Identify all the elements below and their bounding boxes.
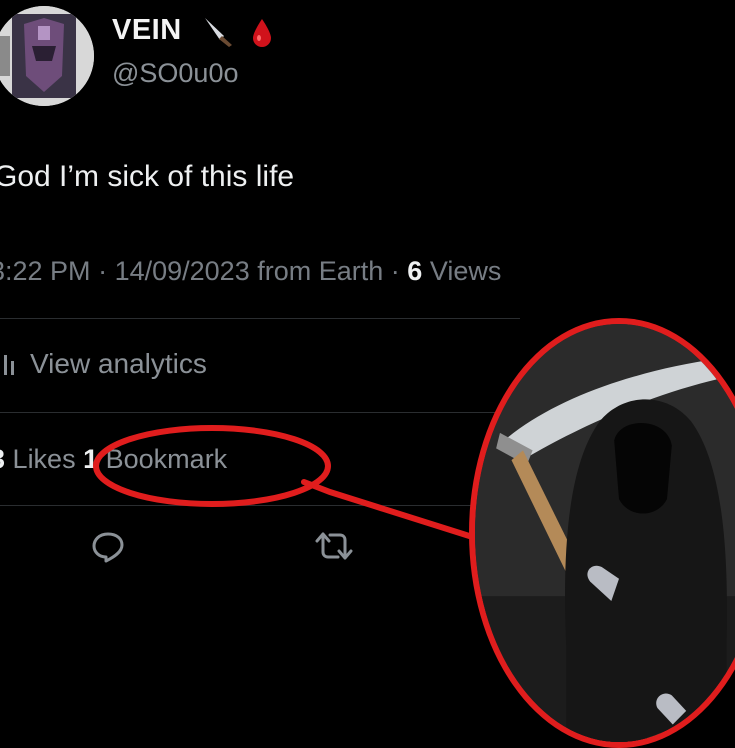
views-count: 6 [407, 256, 423, 286]
knife-icon [202, 14, 236, 48]
tweet-source: from Earth [257, 256, 384, 286]
tweet-stats: 3 Likes 1 Bookmark [0, 444, 227, 475]
bookmarks-count[interactable]: 1 [83, 444, 98, 474]
divider [0, 318, 520, 319]
view-analytics-link[interactable]: View analytics [0, 348, 207, 380]
avatar[interactable] [0, 6, 94, 106]
meta-separator: · [98, 256, 115, 286]
retweet-icon[interactable] [314, 530, 354, 562]
likes-label[interactable]: Likes [13, 444, 76, 474]
reply-icon[interactable] [90, 530, 126, 564]
divider [0, 505, 520, 506]
tweet-time[interactable]: 3:22 PM [0, 256, 91, 286]
blood-drop-icon [251, 18, 273, 48]
user-handle[interactable]: @SO0u0o [112, 58, 238, 89]
tweet-meta: 3:22 PM · 14/09/2023 from Earth · 6 View… [0, 256, 501, 287]
analytics-icon [4, 355, 14, 375]
tweet-text: God I’m sick of this life [0, 160, 295, 193]
divider [0, 412, 520, 413]
avatar-image [0, 6, 94, 106]
analytics-label: View analytics [30, 348, 207, 379]
bookmarks-label[interactable]: Bookmark [106, 444, 228, 474]
display-name[interactable]: VEIN [112, 14, 182, 47]
tweet-date[interactable]: 14/09/2023 [115, 256, 250, 286]
views-label: Views [429, 256, 502, 286]
likes-count[interactable]: 3 [0, 444, 5, 474]
meta-separator: · [390, 256, 408, 286]
